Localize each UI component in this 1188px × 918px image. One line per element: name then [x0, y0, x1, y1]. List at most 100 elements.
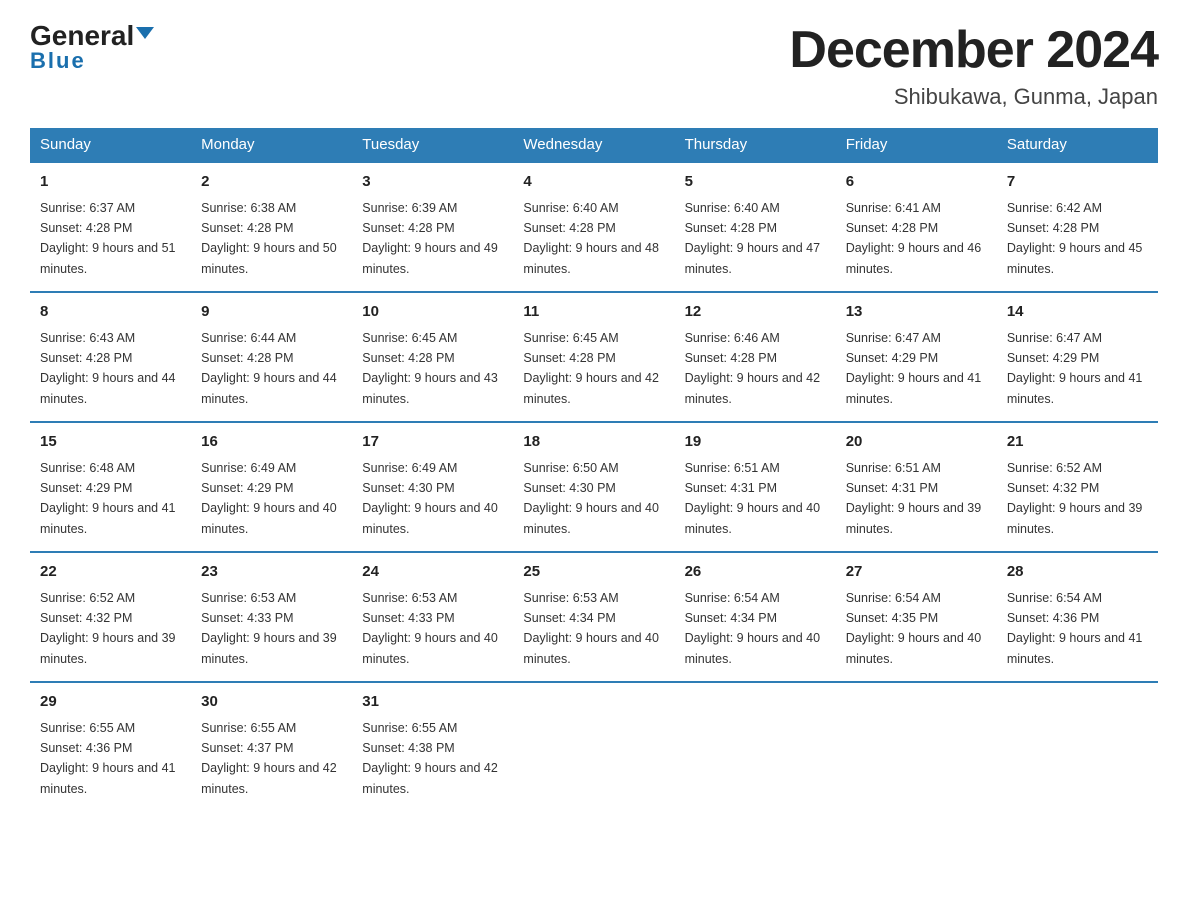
day-number: 22 [40, 561, 181, 584]
day-info: Sunrise: 6:55 AMSunset: 4:36 PMDaylight:… [40, 721, 176, 796]
day-info: Sunrise: 6:37 AMSunset: 4:28 PMDaylight:… [40, 201, 176, 276]
day-number: 21 [1007, 431, 1148, 454]
day-info: Sunrise: 6:45 AMSunset: 4:28 PMDaylight:… [523, 331, 659, 406]
table-row: 23 Sunrise: 6:53 AMSunset: 4:33 PMDaylig… [191, 552, 352, 682]
day-number: 23 [201, 561, 342, 584]
table-row [836, 682, 997, 811]
table-row: 24 Sunrise: 6:53 AMSunset: 4:33 PMDaylig… [352, 552, 513, 682]
day-info: Sunrise: 6:53 AMSunset: 4:34 PMDaylight:… [523, 591, 659, 666]
day-number: 10 [362, 301, 503, 324]
calendar-week-row: 8 Sunrise: 6:43 AMSunset: 4:28 PMDayligh… [30, 292, 1158, 422]
day-number: 7 [1007, 171, 1148, 194]
calendar-table: Sunday Monday Tuesday Wednesday Thursday… [30, 128, 1158, 811]
table-row: 15 Sunrise: 6:48 AMSunset: 4:29 PMDaylig… [30, 422, 191, 552]
table-row [997, 682, 1158, 811]
table-row: 8 Sunrise: 6:43 AMSunset: 4:28 PMDayligh… [30, 292, 191, 422]
day-number: 30 [201, 691, 342, 714]
day-info: Sunrise: 6:41 AMSunset: 4:28 PMDaylight:… [846, 201, 982, 276]
table-row: 22 Sunrise: 6:52 AMSunset: 4:32 PMDaylig… [30, 552, 191, 682]
page-subtitle: Shibukawa, Gunma, Japan [789, 84, 1158, 110]
col-saturday: Saturday [997, 128, 1158, 162]
table-row: 9 Sunrise: 6:44 AMSunset: 4:28 PMDayligh… [191, 292, 352, 422]
day-number: 3 [362, 171, 503, 194]
day-number: 11 [523, 301, 664, 324]
table-row: 3 Sunrise: 6:39 AMSunset: 4:28 PMDayligh… [352, 162, 513, 292]
table-row: 17 Sunrise: 6:49 AMSunset: 4:30 PMDaylig… [352, 422, 513, 552]
table-row: 29 Sunrise: 6:55 AMSunset: 4:36 PMDaylig… [30, 682, 191, 811]
day-number: 20 [846, 431, 987, 454]
day-number: 28 [1007, 561, 1148, 584]
day-number: 1 [40, 171, 181, 194]
day-info: Sunrise: 6:51 AMSunset: 4:31 PMDaylight:… [846, 461, 982, 536]
day-info: Sunrise: 6:55 AMSunset: 4:38 PMDaylight:… [362, 721, 498, 796]
day-number: 16 [201, 431, 342, 454]
day-info: Sunrise: 6:47 AMSunset: 4:29 PMDaylight:… [1007, 331, 1143, 406]
day-info: Sunrise: 6:45 AMSunset: 4:28 PMDaylight:… [362, 331, 498, 406]
col-tuesday: Tuesday [352, 128, 513, 162]
col-thursday: Thursday [675, 128, 836, 162]
title-block: December 2024 Shibukawa, Gunma, Japan [789, 20, 1158, 110]
table-row [675, 682, 836, 811]
day-number: 25 [523, 561, 664, 584]
table-row: 14 Sunrise: 6:47 AMSunset: 4:29 PMDaylig… [997, 292, 1158, 422]
day-info: Sunrise: 6:53 AMSunset: 4:33 PMDaylight:… [362, 591, 498, 666]
page-header: General Blue December 2024 Shibukawa, Gu… [30, 20, 1158, 110]
day-number: 18 [523, 431, 664, 454]
day-info: Sunrise: 6:38 AMSunset: 4:28 PMDaylight:… [201, 201, 337, 276]
table-row: 31 Sunrise: 6:55 AMSunset: 4:38 PMDaylig… [352, 682, 513, 811]
table-row: 7 Sunrise: 6:42 AMSunset: 4:28 PMDayligh… [997, 162, 1158, 292]
day-info: Sunrise: 6:40 AMSunset: 4:28 PMDaylight:… [523, 201, 659, 276]
day-info: Sunrise: 6:54 AMSunset: 4:36 PMDaylight:… [1007, 591, 1143, 666]
table-row: 10 Sunrise: 6:45 AMSunset: 4:28 PMDaylig… [352, 292, 513, 422]
day-info: Sunrise: 6:54 AMSunset: 4:34 PMDaylight:… [685, 591, 821, 666]
table-row: 4 Sunrise: 6:40 AMSunset: 4:28 PMDayligh… [513, 162, 674, 292]
day-info: Sunrise: 6:48 AMSunset: 4:29 PMDaylight:… [40, 461, 176, 536]
day-number: 8 [40, 301, 181, 324]
day-number: 6 [846, 171, 987, 194]
table-row: 13 Sunrise: 6:47 AMSunset: 4:29 PMDaylig… [836, 292, 997, 422]
day-number: 26 [685, 561, 826, 584]
logo: General Blue [30, 20, 154, 74]
day-number: 17 [362, 431, 503, 454]
day-number: 14 [1007, 301, 1148, 324]
col-friday: Friday [836, 128, 997, 162]
calendar-week-row: 15 Sunrise: 6:48 AMSunset: 4:29 PMDaylig… [30, 422, 1158, 552]
day-info: Sunrise: 6:47 AMSunset: 4:29 PMDaylight:… [846, 331, 982, 406]
calendar-header-row: Sunday Monday Tuesday Wednesday Thursday… [30, 128, 1158, 162]
day-info: Sunrise: 6:43 AMSunset: 4:28 PMDaylight:… [40, 331, 176, 406]
day-number: 2 [201, 171, 342, 194]
table-row: 21 Sunrise: 6:52 AMSunset: 4:32 PMDaylig… [997, 422, 1158, 552]
day-number: 19 [685, 431, 826, 454]
table-row: 19 Sunrise: 6:51 AMSunset: 4:31 PMDaylig… [675, 422, 836, 552]
day-number: 24 [362, 561, 503, 584]
table-row: 6 Sunrise: 6:41 AMSunset: 4:28 PMDayligh… [836, 162, 997, 292]
day-number: 13 [846, 301, 987, 324]
day-info: Sunrise: 6:46 AMSunset: 4:28 PMDaylight:… [685, 331, 821, 406]
day-number: 15 [40, 431, 181, 454]
day-info: Sunrise: 6:39 AMSunset: 4:28 PMDaylight:… [362, 201, 498, 276]
day-info: Sunrise: 6:54 AMSunset: 4:35 PMDaylight:… [846, 591, 982, 666]
logo-blue-text: Blue [30, 48, 86, 74]
day-number: 5 [685, 171, 826, 194]
day-number: 4 [523, 171, 664, 194]
table-row: 18 Sunrise: 6:50 AMSunset: 4:30 PMDaylig… [513, 422, 674, 552]
table-row: 2 Sunrise: 6:38 AMSunset: 4:28 PMDayligh… [191, 162, 352, 292]
calendar-week-row: 22 Sunrise: 6:52 AMSunset: 4:32 PMDaylig… [30, 552, 1158, 682]
day-info: Sunrise: 6:53 AMSunset: 4:33 PMDaylight:… [201, 591, 337, 666]
table-row: 28 Sunrise: 6:54 AMSunset: 4:36 PMDaylig… [997, 552, 1158, 682]
table-row: 20 Sunrise: 6:51 AMSunset: 4:31 PMDaylig… [836, 422, 997, 552]
day-info: Sunrise: 6:40 AMSunset: 4:28 PMDaylight:… [685, 201, 821, 276]
day-info: Sunrise: 6:44 AMSunset: 4:28 PMDaylight:… [201, 331, 337, 406]
table-row: 12 Sunrise: 6:46 AMSunset: 4:28 PMDaylig… [675, 292, 836, 422]
day-info: Sunrise: 6:51 AMSunset: 4:31 PMDaylight:… [685, 461, 821, 536]
day-info: Sunrise: 6:55 AMSunset: 4:37 PMDaylight:… [201, 721, 337, 796]
table-row [513, 682, 674, 811]
day-number: 29 [40, 691, 181, 714]
day-info: Sunrise: 6:49 AMSunset: 4:30 PMDaylight:… [362, 461, 498, 536]
col-monday: Monday [191, 128, 352, 162]
day-info: Sunrise: 6:49 AMSunset: 4:29 PMDaylight:… [201, 461, 337, 536]
table-row: 1 Sunrise: 6:37 AMSunset: 4:28 PMDayligh… [30, 162, 191, 292]
table-row: 26 Sunrise: 6:54 AMSunset: 4:34 PMDaylig… [675, 552, 836, 682]
table-row: 27 Sunrise: 6:54 AMSunset: 4:35 PMDaylig… [836, 552, 997, 682]
day-info: Sunrise: 6:52 AMSunset: 4:32 PMDaylight:… [40, 591, 176, 666]
